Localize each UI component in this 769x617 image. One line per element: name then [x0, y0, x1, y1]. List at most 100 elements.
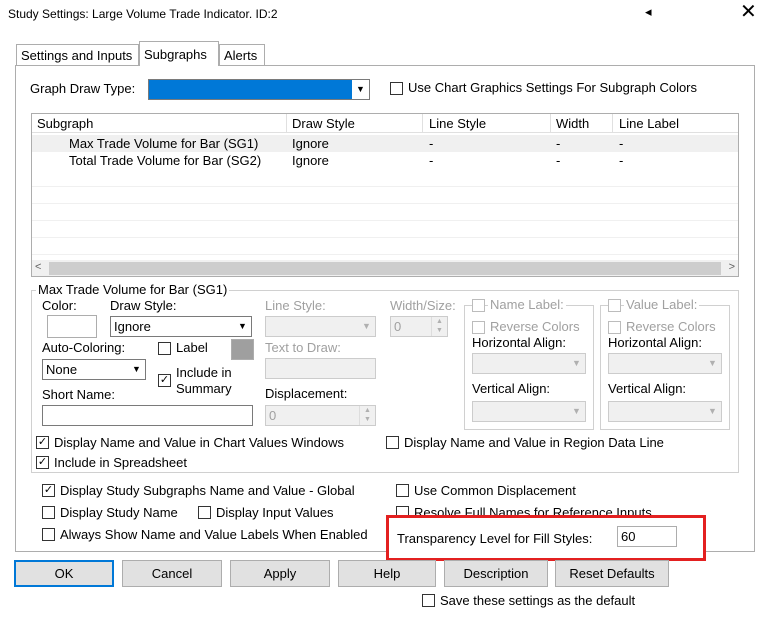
name-reverse-colors-label: Reverse Colors: [490, 319, 580, 334]
spin-up-icon[interactable]: ▲: [432, 317, 447, 326]
name-horizontal-align-select[interactable]: ▼: [472, 353, 586, 374]
width-size-stepper[interactable]: 0 ▲ ▼: [390, 316, 448, 337]
save-default-checkbox[interactable]: [422, 594, 435, 607]
value-label-checkbox[interactable]: [608, 299, 621, 312]
display-name-region-label: Display Name and Value in Region Data Li…: [404, 435, 664, 450]
tab-subgraphs[interactable]: Subgraphs: [139, 41, 219, 66]
display-subgraphs-global-label: Display Study Subgraphs Name and Value -…: [60, 483, 355, 498]
display-study-name-checkbox[interactable]: [42, 506, 55, 519]
width-size-value: 0: [394, 319, 402, 334]
value-label-title: Value Label:: [624, 297, 700, 312]
color-label: Color:: [42, 298, 77, 313]
displacement-stepper[interactable]: 0 ▲ ▼: [265, 405, 376, 426]
use-common-displacement-checkbox[interactable]: [396, 484, 409, 497]
display-name-chart-checkbox[interactable]: ✓: [36, 436, 49, 449]
spin-buttons[interactable]: ▲ ▼: [359, 406, 375, 425]
subgraph-group-title: Max Trade Volume for Bar (SG1): [36, 282, 230, 297]
tab-alerts[interactable]: Alerts: [219, 44, 265, 66]
column-header-draw-style[interactable]: Draw Style: [292, 116, 355, 131]
include-summary-checkbox[interactable]: ✓: [158, 374, 171, 387]
color-swatch[interactable]: [47, 315, 97, 338]
ok-button[interactable]: OK: [14, 560, 114, 587]
display-name-region-checkbox[interactable]: [386, 436, 399, 449]
title-bar: Study Settings: Large Volume Trade Indic…: [0, 0, 769, 30]
arrow-right-icon[interactable]: >: [729, 261, 735, 273]
always-show-labels-label: Always Show Name and Value Labels When E…: [60, 527, 368, 542]
width-size-label: Width/Size:: [390, 298, 456, 313]
cell-subgraph: Max Trade Volume for Bar (SG1): [69, 136, 259, 151]
description-button[interactable]: Description: [444, 560, 548, 587]
graph-draw-type-select[interactable]: ▼: [148, 79, 370, 100]
name-reverse-colors-checkbox[interactable]: [472, 321, 485, 334]
spin-down-icon[interactable]: ▼: [360, 415, 375, 424]
display-input-values-label: Display Input Values: [216, 505, 334, 520]
auto-coloring-select[interactable]: None ▼: [42, 359, 146, 380]
tab-label: Subgraphs: [144, 47, 207, 62]
column-header-subgraph[interactable]: Subgraph: [37, 116, 93, 131]
chevron-down-icon: ▼: [568, 354, 585, 373]
value-vertical-align-select[interactable]: ▼: [608, 401, 722, 422]
cell-draw-style: Ignore: [292, 153, 329, 168]
spin-down-icon[interactable]: ▼: [432, 326, 447, 335]
column-header-width[interactable]: Width: [556, 116, 589, 131]
apply-button[interactable]: Apply: [230, 560, 330, 587]
list-item[interactable]: Max Trade Volume for Bar (SG1) Ignore - …: [32, 135, 738, 152]
chevron-down-icon: ▼: [704, 402, 721, 421]
list-item[interactable]: Total Trade Volume for Bar (SG2) Ignore …: [32, 152, 738, 169]
window-title: Study Settings: Large Volume Trade Indic…: [8, 7, 278, 21]
name-vertical-align-label: Vertical Align:: [472, 381, 551, 396]
always-show-labels-checkbox[interactable]: [42, 528, 55, 541]
display-study-name-label: Display Study Name: [60, 505, 178, 520]
cancel-button[interactable]: Cancel: [122, 560, 222, 587]
cell-width: -: [556, 153, 561, 168]
help-button[interactable]: Help: [338, 560, 436, 587]
column-header-line-label[interactable]: Line Label: [619, 116, 679, 131]
value-horizontal-align-select[interactable]: ▼: [608, 353, 722, 374]
include-summary-label: Include in Summary: [176, 365, 232, 396]
value-reverse-colors-label: Reverse Colors: [626, 319, 716, 334]
short-name-label: Short Name:: [42, 387, 115, 402]
chevron-down-icon: ▼: [234, 317, 251, 336]
close-icon[interactable]: ✕: [740, 2, 757, 22]
chevron-down-icon: ▼: [568, 402, 585, 421]
include-spreadsheet-checkbox[interactable]: ✓: [36, 456, 49, 469]
graph-draw-type-label: Graph Draw Type:: [30, 81, 136, 96]
horizontal-scrollbar[interactable]: < >: [32, 260, 738, 276]
name-label-checkbox[interactable]: [472, 299, 485, 312]
display-subgraphs-global-checkbox[interactable]: ✓: [42, 484, 55, 497]
label-color-swatch[interactable]: [231, 339, 254, 360]
chevron-down-icon: ▼: [358, 317, 375, 336]
name-vertical-align-select[interactable]: ▼: [472, 401, 586, 422]
cell-draw-style: Ignore: [292, 136, 329, 151]
column-header-line-style[interactable]: Line Style: [429, 116, 486, 131]
draw-style-label: Draw Style:: [110, 298, 177, 313]
draw-style-select[interactable]: Ignore ▼: [110, 316, 252, 337]
displacement-label: Displacement:: [265, 386, 348, 401]
text-to-draw-label: Text to Draw:: [265, 340, 341, 355]
spin-buttons[interactable]: ▲ ▼: [431, 317, 447, 336]
scrollbar-thumb[interactable]: [49, 262, 721, 275]
include-spreadsheet-label: Include in Spreadsheet: [54, 455, 187, 470]
reset-defaults-button[interactable]: Reset Defaults: [555, 560, 669, 587]
arrow-left-icon[interactable]: <: [35, 261, 41, 273]
value-vertical-align-label: Vertical Align:: [608, 381, 687, 396]
chevron-down-icon: ▼: [704, 354, 721, 373]
highlight-box: [386, 515, 706, 561]
help-icon[interactable]: ◂: [645, 4, 652, 20]
display-input-values-checkbox[interactable]: [198, 506, 211, 519]
tab-settings-and-inputs[interactable]: Settings and Inputs: [16, 44, 139, 66]
use-chart-graphics-checkbox[interactable]: [390, 82, 403, 95]
spin-up-icon[interactable]: ▲: [360, 406, 375, 415]
tab-label: Settings and Inputs: [21, 48, 133, 63]
value-reverse-colors-checkbox[interactable]: [608, 321, 621, 334]
label-checkbox[interactable]: [158, 342, 171, 355]
text-to-draw-input[interactable]: [265, 358, 376, 379]
line-style-select[interactable]: ▼: [265, 316, 376, 337]
cell-subgraph: Total Trade Volume for Bar (SG2): [69, 153, 262, 168]
value-horizontal-align-label: Horizontal Align:: [608, 335, 702, 350]
subgraph-list[interactable]: Subgraph Draw Style Line Style Width Lin…: [31, 113, 739, 277]
display-name-chart-label: Display Name and Value in Chart Values W…: [54, 435, 344, 450]
list-header: Subgraph Draw Style Line Style Width Lin…: [32, 114, 738, 133]
short-name-input[interactable]: [42, 405, 253, 426]
chevron-down-icon: ▼: [352, 80, 369, 99]
